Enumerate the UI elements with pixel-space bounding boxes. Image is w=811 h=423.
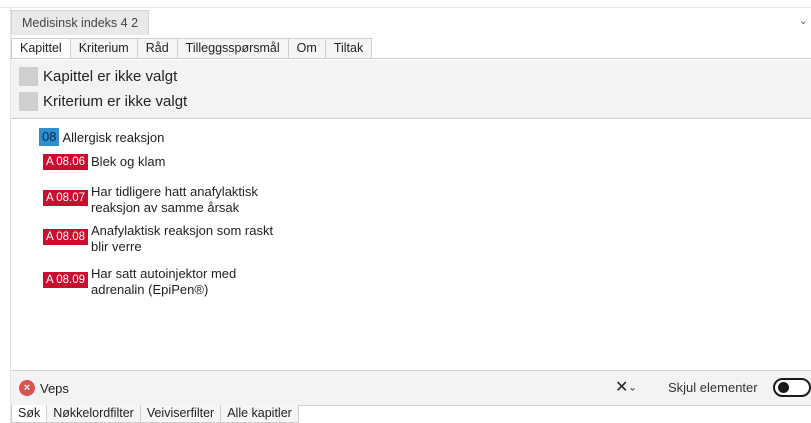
criterion-code-badge: A 08.07 [43, 190, 89, 206]
keyword-chip-label: Veps [40, 380, 69, 396]
criterion-item[interactable]: A 08.07 Har tidligere hatt anafylaktisk … [43, 184, 291, 216]
criterion-text: Anafylaktisk reaksjon som raskt blir ver… [91, 223, 274, 254]
criteria-list: 08 Allergisk reaksjon A 08.06 Blek og kl… [11, 119, 811, 369]
chevron-down-icon: ⌄ [628, 382, 637, 394]
bottom-tabs: Søk Nøkkelordfilter Veiviserfilter Alle … [11, 405, 299, 423]
tab-kriterium[interactable]: Kriterium [70, 38, 138, 58]
tab-tiltak[interactable]: Tiltak [325, 38, 373, 58]
medical-index-window: Medisinsk indeks 4 2 ⌄ Kapittel Kriteriu… [10, 8, 811, 423]
top-divider [0, 0, 811, 8]
window-titlebar: Medisinsk indeks 4 2 ⌄ [11, 8, 811, 36]
tab-alle-kapitler[interactable]: Alle kapitler [221, 405, 299, 423]
tab-veiviserfilter[interactable]: Veiviserfilter [140, 405, 222, 423]
chapter-color-swatch [19, 66, 38, 86]
criterion-item[interactable]: A 08.08 Anafylaktisk reaksjon som raskt … [43, 223, 291, 255]
criterion-text: Har satt autoinjektor med adrenalin (Epi… [91, 266, 237, 297]
hide-elements-toggle[interactable] [773, 378, 811, 397]
tab-nokkelordfilter[interactable]: Nøkkelordfilter [47, 405, 141, 423]
tab-kapittel[interactable]: Kapittel [11, 38, 71, 58]
toggle-knob [778, 382, 789, 393]
tab-rad[interactable]: Råd [137, 38, 178, 58]
criterion-code-badge: A 08.09 [43, 272, 89, 288]
criterion-color-swatch [19, 91, 38, 111]
chapter-number: 08 [39, 128, 60, 146]
chapter-item[interactable]: 08 Allergisk reaksjon [39, 128, 164, 146]
remove-chip-icon[interactable]: × [19, 380, 35, 396]
chevron-down-icon[interactable]: ⌄ [799, 14, 808, 27]
criterion-status-row: Kriterium er ikke valgt [19, 90, 187, 112]
keyword-chip[interactable]: × Veps [19, 379, 69, 397]
close-icon: ✕ [615, 379, 629, 396]
chapter-title: Allergisk reaksjon [62, 129, 165, 145]
criterion-item[interactable]: A 08.06 Blek og klam [43, 154, 291, 170]
tab-om[interactable]: Om [288, 38, 326, 58]
criterion-text: Blek og klam [91, 154, 166, 169]
criterion-code-badge: A 08.06 [43, 154, 89, 170]
hide-elements-label: Skjul elementer [668, 380, 758, 395]
criterion-status-label: Kriterium er ikke valgt [43, 92, 188, 110]
criterion-item[interactable]: A 08.09 Har satt autoinjektor med adrena… [43, 266, 291, 298]
filter-bar: × Veps ✕⌄ Skjul elementer [11, 370, 811, 406]
chapter-status-row: Kapittel er ikke valgt [19, 65, 177, 87]
clear-filter-button[interactable]: ✕⌄ [615, 377, 637, 397]
tab-tilleggssporsmal[interactable]: Tilleggsspørsmål [177, 38, 289, 58]
criterion-code-badge: A 08.08 [43, 229, 89, 245]
detail-tabs: Kapittel Kriterium Råd Tilleggsspørsmål … [11, 38, 811, 59]
tab-sok[interactable]: Søk [11, 405, 48, 423]
window-tab[interactable]: Medisinsk indeks 4 2 [11, 10, 150, 35]
criterion-text: Har tidligere hatt anafylaktisk reaksjon… [91, 184, 258, 215]
chapter-status-label: Kapittel er ikke valgt [43, 67, 178, 85]
selection-status-panel: Kapittel er ikke valgt Kriterium er ikke… [11, 60, 811, 119]
